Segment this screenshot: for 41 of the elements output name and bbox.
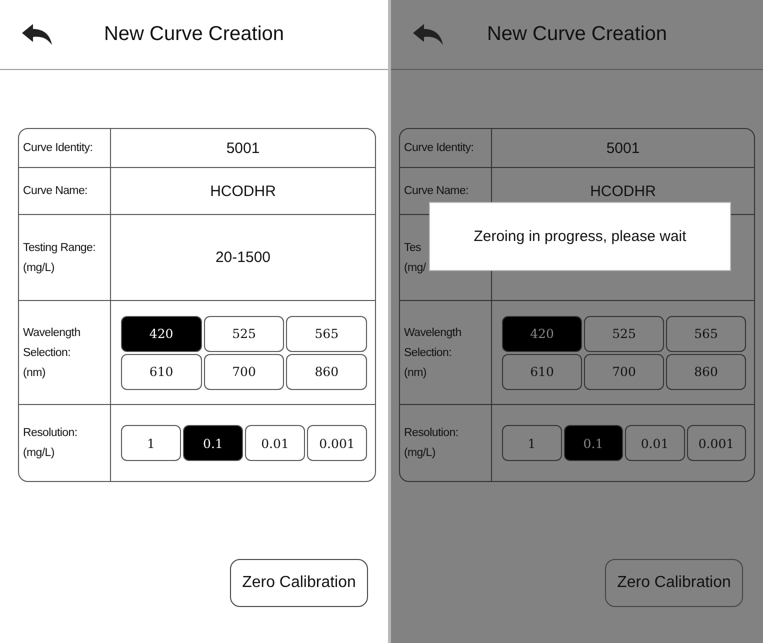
option-button[interactable]: 1 xyxy=(502,425,562,461)
option-button[interactable]: 565 xyxy=(666,316,746,352)
option-button[interactable]: 525 xyxy=(584,316,664,352)
field-label: Resolution: (mg/L) xyxy=(404,426,458,461)
zero-calibration-button[interactable]: Zero Calibration xyxy=(230,559,368,607)
option-button[interactable]: 700 xyxy=(204,354,284,390)
option-button[interactable]: 0.001 xyxy=(686,425,746,461)
field-label: Curve Identity: xyxy=(404,141,474,156)
option-button[interactable]: 610 xyxy=(502,354,582,390)
field-value: HCODHR xyxy=(210,182,276,200)
field-label: Wavelength Selection: (nm) xyxy=(23,326,80,380)
option-button[interactable]: 860 xyxy=(286,354,367,390)
field-value: 5001 xyxy=(606,140,640,156)
option-button[interactable]: 0.1 xyxy=(564,425,623,461)
option-button[interactable]: 420 xyxy=(502,316,582,352)
option-button[interactable]: 1 xyxy=(121,425,181,461)
option-button[interactable]: 0.1 xyxy=(183,425,243,461)
option-button[interactable]: 0.001 xyxy=(307,425,367,461)
option-button[interactable]: 565 xyxy=(286,316,367,352)
field-label: Testing Range: (mg/L) xyxy=(23,240,96,276)
zero-calibration-button[interactable]: Zero Calibration xyxy=(605,559,743,607)
option-button[interactable]: 860 xyxy=(666,354,746,390)
field-value: 20-1500 xyxy=(215,249,271,266)
screen-title: New Curve Creation xyxy=(104,23,284,46)
option-button[interactable]: 420 xyxy=(121,316,202,352)
field-label: Curve Name: xyxy=(23,184,88,199)
field-label: Wavelength Selection: (nm) xyxy=(404,326,462,380)
option-button[interactable]: 0.01 xyxy=(245,425,305,461)
option-button[interactable]: 0.01 xyxy=(625,425,684,461)
field-label: Tes (mg/ xyxy=(404,240,426,276)
screen-title: New Curve Creation xyxy=(486,23,668,46)
option-button[interactable]: 610 xyxy=(121,354,202,390)
option-button[interactable]: 525 xyxy=(204,316,284,352)
field-value: HCODHR xyxy=(590,182,656,200)
field-label: Curve Name: xyxy=(404,184,468,199)
back-arrow-icon[interactable] xyxy=(22,24,52,46)
field-value: 5001 xyxy=(226,140,260,156)
field-label: Resolution: (mg/L) xyxy=(23,426,78,461)
field-label: Curve Identity: xyxy=(23,141,93,156)
progress-dialog: Zeroing in progress, please wait xyxy=(429,202,731,271)
option-button[interactable]: 700 xyxy=(584,354,664,390)
